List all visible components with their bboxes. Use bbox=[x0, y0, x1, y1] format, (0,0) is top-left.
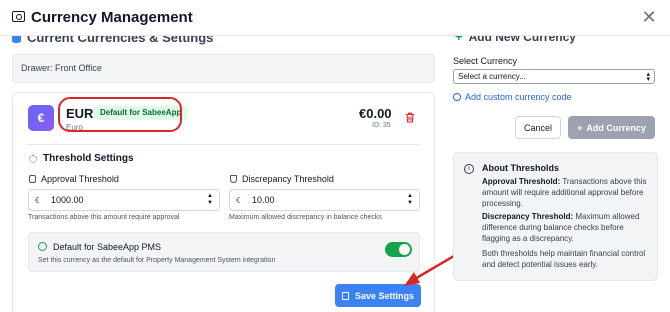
info-icon: i bbox=[464, 164, 474, 174]
close-icon[interactable]: ✕ bbox=[640, 8, 658, 26]
about-discrepancy-term: Discrepancy Threshold: bbox=[482, 212, 574, 221]
select-currency-label: Select Currency bbox=[453, 56, 518, 66]
about-discrepancy-paragraph: Discrepancy Threshold: Maximum allowed d… bbox=[482, 211, 652, 244]
currency-select-value: Select a currency... bbox=[458, 72, 526, 81]
cash-register-icon bbox=[12, 11, 25, 22]
cancel-button[interactable]: Cancel bbox=[515, 116, 561, 139]
about-thresholds-box: i About Thresholds Approval Threshold: T… bbox=[453, 152, 658, 281]
plus-icon: + bbox=[577, 122, 583, 133]
currency-management-modal: Current Currencies & Settings Drawer: Fr… bbox=[0, 0, 670, 312]
about-thresholds-title: About Thresholds bbox=[482, 163, 559, 173]
add-custom-currency-label: Add custom currency code bbox=[465, 92, 572, 102]
modal-header: Currency Management ✕ bbox=[0, 0, 670, 36]
about-approval-paragraph: Approval Threshold: Transactions above t… bbox=[482, 176, 652, 209]
add-currency-label: Add Currency bbox=[586, 122, 646, 133]
about-footer-text: Both thresholds help maintain financial … bbox=[482, 249, 646, 269]
modal-title: Currency Management bbox=[31, 9, 193, 26]
globe-icon bbox=[453, 93, 461, 101]
about-approval-term: Approval Threshold: bbox=[482, 177, 561, 186]
add-currency-button[interactable]: + Add Currency bbox=[568, 116, 655, 139]
chevron-updown-icon: ▴ ▾ bbox=[646, 71, 650, 83]
add-custom-currency-link[interactable]: Add custom currency code bbox=[453, 92, 572, 102]
currency-select[interactable]: Select a currency... ▴ ▾ bbox=[453, 69, 655, 84]
